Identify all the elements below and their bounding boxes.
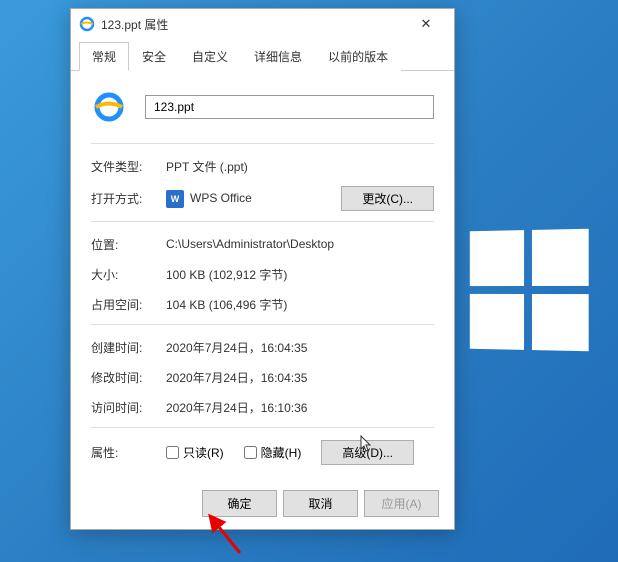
file-ie-icon — [91, 89, 127, 125]
readonly-label: 只读(R) — [183, 444, 224, 461]
diskspace-label: 占用空间: — [91, 296, 166, 313]
divider — [91, 324, 434, 325]
ie-icon — [79, 16, 95, 32]
created-label: 创建时间: — [91, 339, 166, 356]
tab-custom[interactable]: 自定义 — [179, 42, 241, 71]
tab-general[interactable]: 常规 — [79, 42, 129, 71]
openwith-label: 打开方式: — [91, 190, 166, 207]
ok-button[interactable]: 确定 — [202, 490, 277, 517]
titlebar: 123.ppt 属性 ✕ — [71, 9, 454, 39]
created-value: 2020年7月24日，16:04:35 — [166, 339, 434, 356]
tab-details[interactable]: 详细信息 — [241, 42, 315, 71]
filetype-label: 文件类型: — [91, 158, 166, 175]
window-title: 123.ppt 属性 — [101, 16, 406, 33]
openwith-value: WWPS Office — [166, 190, 341, 208]
modified-value: 2020年7月24日，16:04:35 — [166, 369, 434, 386]
close-icon: ✕ — [421, 16, 432, 32]
windows-logo-background — [470, 229, 589, 352]
location-label: 位置: — [91, 236, 166, 253]
cancel-button[interactable]: 取消 — [283, 490, 358, 517]
accessed-label: 访问时间: — [91, 399, 166, 416]
tab-previous-versions[interactable]: 以前的版本 — [315, 42, 401, 71]
divider — [91, 221, 434, 222]
divider — [91, 143, 434, 144]
attributes-label: 属性: — [91, 444, 166, 461]
size-label: 大小: — [91, 266, 166, 283]
tab-content: 文件类型: PPT 文件 (.ppt) 打开方式: WWPS Office 更改… — [71, 71, 454, 485]
apply-button[interactable]: 应用(A) — [364, 490, 439, 517]
tab-bar: 常规 安全 自定义 详细信息 以前的版本 — [71, 41, 454, 71]
dialog-buttons: 确定 取消 应用(A) — [202, 490, 439, 517]
properties-dialog: 123.ppt 属性 ✕ 常规 安全 自定义 详细信息 以前的版本 文件类型: … — [70, 8, 455, 530]
close-button[interactable]: ✕ — [406, 10, 446, 38]
advanced-button[interactable]: 高级(D)... — [321, 440, 414, 465]
diskspace-value: 104 KB (106,496 字节) — [166, 296, 434, 313]
tab-security[interactable]: 安全 — [129, 42, 179, 71]
readonly-checkbox-wrap[interactable]: 只读(R) — [166, 444, 224, 461]
size-value: 100 KB (102,912 字节) — [166, 266, 434, 283]
divider — [91, 427, 434, 428]
hidden-checkbox[interactable] — [244, 446, 257, 459]
filename-input[interactable] — [145, 95, 434, 119]
filetype-value: PPT 文件 (.ppt) — [166, 158, 434, 175]
modified-label: 修改时间: — [91, 369, 166, 386]
change-button[interactable]: 更改(C)... — [341, 186, 434, 211]
wps-icon: W — [166, 190, 184, 208]
hidden-checkbox-wrap[interactable]: 隐藏(H) — [244, 444, 302, 461]
hidden-label: 隐藏(H) — [261, 444, 302, 461]
accessed-value: 2020年7月24日，16:10:36 — [166, 399, 434, 416]
location-value: C:\Users\Administrator\Desktop — [166, 237, 434, 251]
readonly-checkbox[interactable] — [166, 446, 179, 459]
